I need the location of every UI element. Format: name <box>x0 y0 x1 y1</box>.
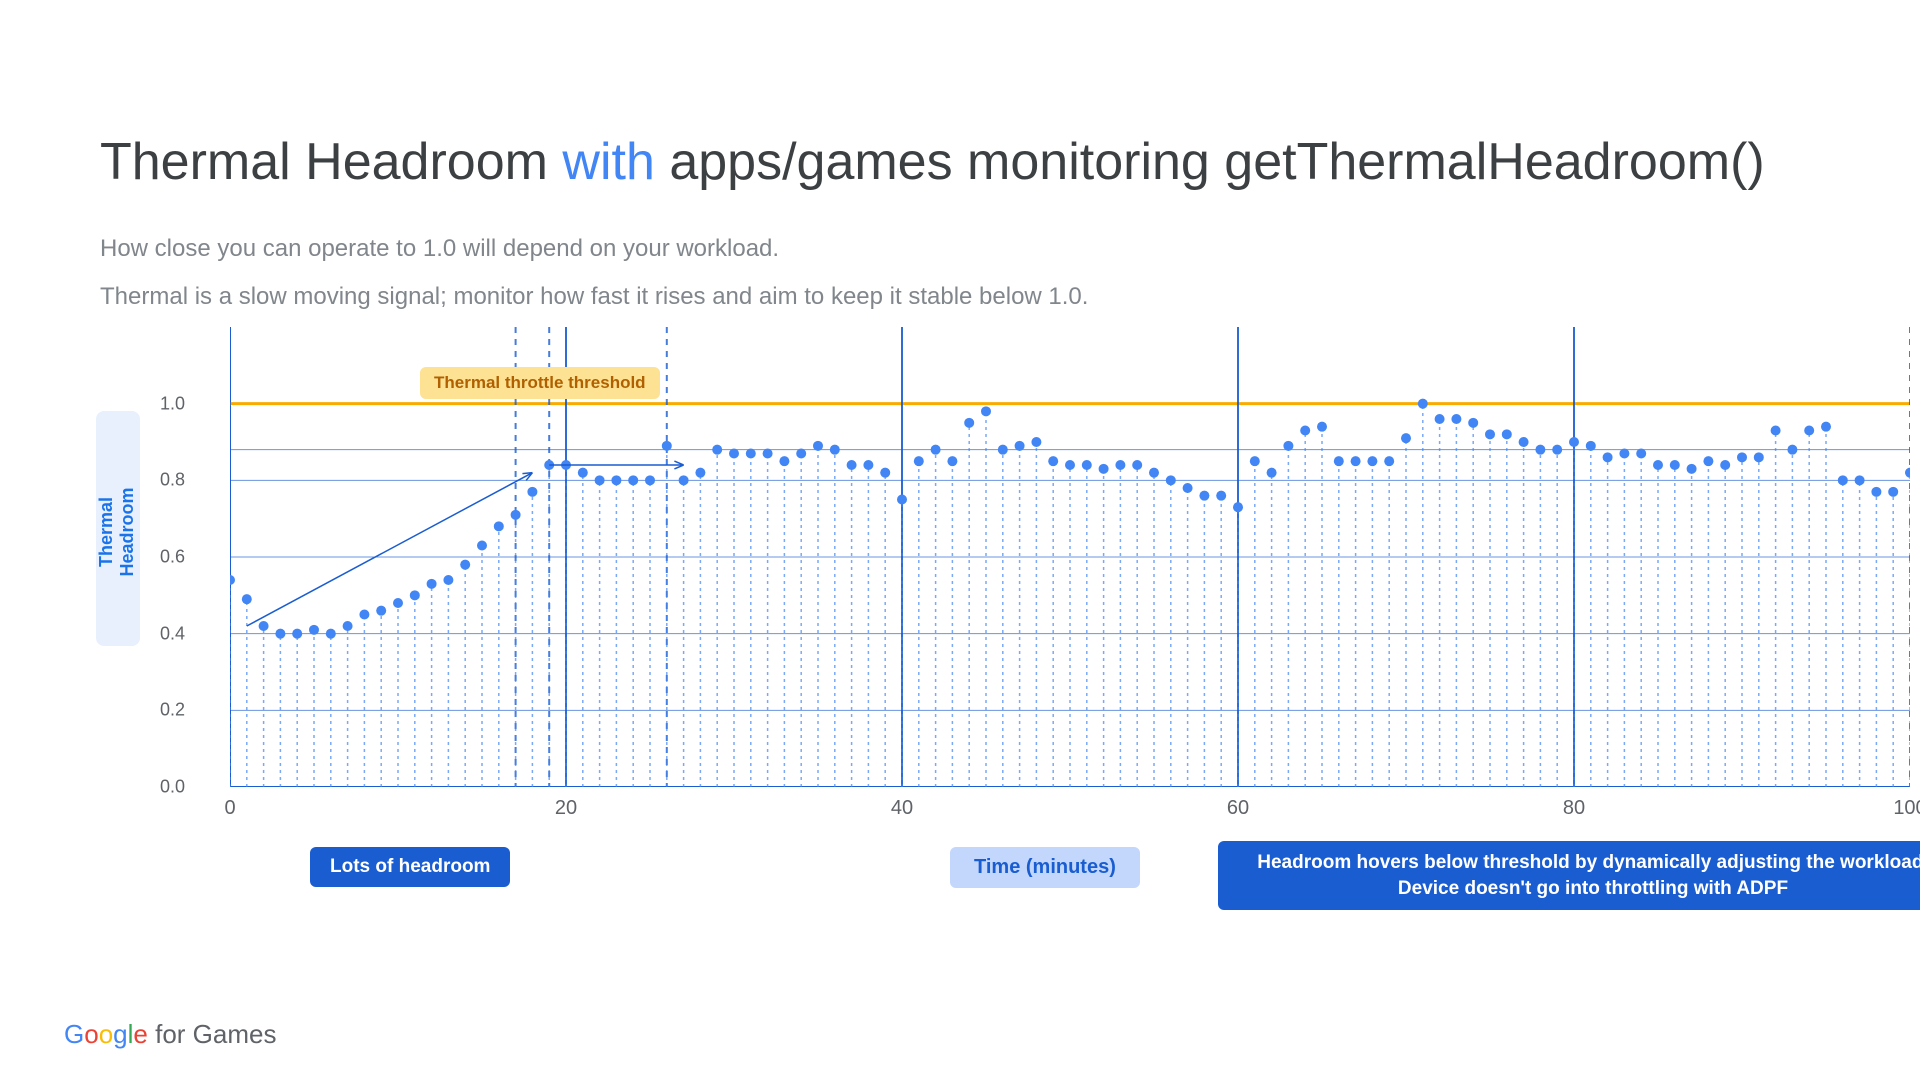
x-axis-label: Time (minutes) <box>950 847 1140 888</box>
x-tick: 0 <box>224 797 235 820</box>
y-tick: 0.2 <box>160 700 185 721</box>
x-tick: 40 <box>891 797 913 820</box>
subtitle-line-1: How close you can operate to 1.0 will de… <box>100 231 1820 267</box>
y-tick: 0.0 <box>160 777 185 798</box>
y-tick: 0.6 <box>160 547 185 568</box>
footer-logo: Google for Games <box>64 1019 276 1050</box>
y-tick: 0.4 <box>160 623 185 644</box>
annotation-adpf: Headroom hovers below threshold by dynam… <box>1218 841 1920 910</box>
x-tick: 100 <box>1893 797 1920 820</box>
y-tick: 0.8 <box>160 470 185 491</box>
y-axis-label: Thermal Headroom <box>96 452 138 612</box>
y-tick: 1.0 <box>160 393 185 414</box>
x-tick: 20 <box>555 797 577 820</box>
page-title: Thermal Headroom with apps/games monitor… <box>100 130 1820 195</box>
threshold-label: Thermal throttle threshold <box>420 367 660 399</box>
annotation-headroom: Lots of headroom <box>310 847 510 887</box>
subtitle-line-2: Thermal is a slow moving signal; monitor… <box>100 279 1820 315</box>
chart: Thermal Headroom Thermal throttle thresh… <box>170 327 1820 792</box>
x-tick: 60 <box>1227 797 1249 820</box>
x-tick: 80 <box>1563 797 1585 820</box>
